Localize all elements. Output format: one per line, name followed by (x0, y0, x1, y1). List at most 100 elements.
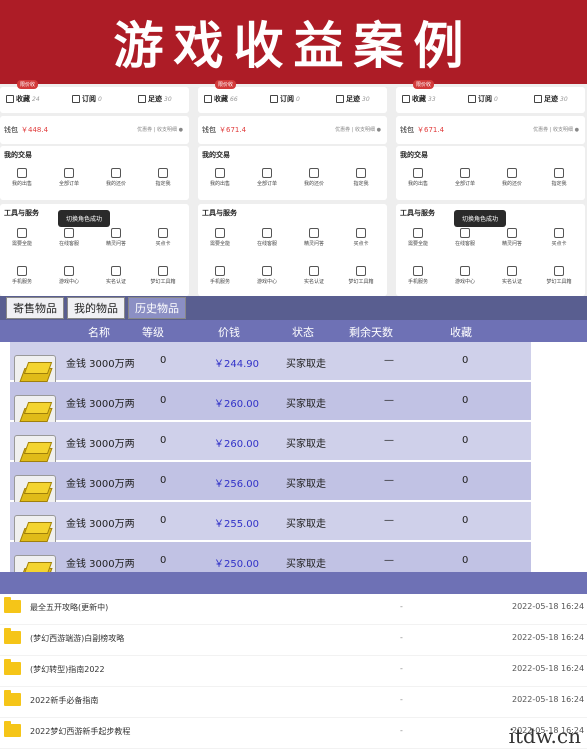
trade-item[interactable]: 我的出售 (200, 168, 240, 187)
wallet-card[interactable]: 钱包 ￥671.4 优惠券 | 收支明细 ● (396, 116, 585, 144)
footprint-icon (534, 95, 542, 103)
fav-icon (204, 95, 212, 103)
file-name: 2022新手必备指南 (30, 696, 99, 705)
trade-item[interactable]: 指定我 (539, 168, 579, 187)
table-row[interactable]: 金钱 3000万两 0 ￥256.00 买家取走 — 0 (10, 462, 531, 509)
file-name: (梦幻转型)指南2022 (30, 665, 105, 674)
file-list: 最全五开攻略(更新中) - 2022-05-18 16:24 (梦幻西游端游)白… (0, 594, 587, 752)
wallet-card[interactable]: 钱包 ￥448.4 优惠券 | 收支明细 ● (0, 116, 189, 144)
tool-item[interactable]: 手机服务 (398, 266, 438, 285)
table-row[interactable]: 金钱 3000万两 0 ￥244.90 买家取走 — 0 (10, 342, 531, 389)
stats-card: 限价收 收藏 33 订阅 0 足迹 30 (396, 80, 585, 113)
tools-card: 工具与服务 需要全能 在线客服 精灵问答 买点卡 手机服务 游戏中心 实名认证 梦幻工具箱 (198, 204, 387, 296)
footprint-icon (336, 95, 344, 103)
trace-stat[interactable]: 足迹 30 (138, 94, 172, 104)
tool-item[interactable]: 买点卡 (143, 228, 183, 247)
tool-item[interactable]: 需要全能 (398, 228, 438, 247)
tool-item[interactable]: 梦幻工具箱 (341, 266, 381, 285)
trade-icon (413, 168, 423, 178)
file-name: 最全五开攻略(更新中) (30, 603, 109, 612)
table-row[interactable]: 金钱 3000万两 0 ￥255.00 买家取走 — 0 (10, 502, 531, 549)
file-size: - (400, 695, 403, 704)
tool-item[interactable]: 精灵问答 (492, 228, 532, 247)
trade-item[interactable]: 指定我 (341, 168, 381, 187)
tool-icon (554, 266, 564, 276)
file-name: (梦幻西游端游)白副榜攻略 (30, 634, 125, 643)
item-price: ￥255.00 (214, 519, 259, 530)
tool-icon (507, 266, 517, 276)
table-row[interactable]: 金钱 3000万两 0 ￥260.00 买家取走 — 0 (10, 382, 531, 429)
trade-item[interactable]: 我的还价 (492, 168, 532, 187)
trade-item[interactable]: 全部订单 (445, 168, 485, 187)
tool-item[interactable]: 梦幻工具箱 (143, 266, 183, 285)
trade-item[interactable]: 我的还价 (96, 168, 136, 187)
tab-consign[interactable]: 寄售物品 (6, 297, 64, 319)
tool-icon (554, 228, 564, 238)
trade-icon (17, 168, 27, 178)
tool-item[interactable]: 买点卡 (539, 228, 579, 247)
item-level: 0 (160, 475, 167, 486)
item-fav: 0 (462, 435, 469, 446)
sub-stat[interactable]: 订阅 0 (72, 94, 102, 104)
tool-item[interactable]: 实名认证 (492, 266, 532, 285)
trade-icon (356, 168, 366, 178)
file-row[interactable]: (梦幻西游端游)白副榜攻略 - 2022-05-18 16:24 (0, 625, 587, 656)
wallet-links[interactable]: 优惠券 | 收支明细 ● (533, 126, 579, 133)
trade-item[interactable]: 我的出售 (398, 168, 438, 187)
tool-item[interactable]: 实名认证 (96, 266, 136, 285)
tool-item[interactable]: 手机服务 (200, 266, 240, 285)
stats-card: 限价收 收藏 24 订阅 0 足迹 30 (0, 80, 189, 113)
toast-message: 切换角色成功 (58, 210, 111, 227)
table-row[interactable]: 金钱 3000万两 0 ￥260.00 买家取走 — 0 (10, 422, 531, 469)
trade-item[interactable]: 我的出售 (2, 168, 42, 187)
tool-item[interactable]: 在线客服 (247, 228, 287, 247)
tab-my-items[interactable]: 我的物品 (67, 297, 125, 319)
sub-stat[interactable]: 订阅 0 (468, 94, 498, 104)
item-fav: 0 (462, 515, 469, 526)
tool-item[interactable]: 游戏中心 (49, 266, 89, 285)
wallet-links[interactable]: 优惠券 | 收支明细 ● (137, 126, 183, 133)
tool-item[interactable]: 买点卡 (341, 228, 381, 247)
trade-item[interactable]: 全部订单 (247, 168, 287, 187)
limit-badge: 限价收 (17, 80, 39, 89)
trade-item[interactable]: 我的还价 (294, 168, 334, 187)
tool-item[interactable]: 精灵问答 (294, 228, 334, 247)
tool-item[interactable]: 精灵问答 (96, 228, 136, 247)
item-days: — (384, 475, 394, 486)
tool-item[interactable]: 梦幻工具箱 (539, 266, 579, 285)
fav-stat[interactable]: 收藏 33 (402, 94, 436, 104)
trade-item[interactable]: 全部订单 (49, 168, 89, 187)
wallet-links[interactable]: 优惠券 | 收支明细 ● (335, 126, 381, 133)
tab-history[interactable]: 历史物品 (128, 297, 186, 319)
fav-stat[interactable]: 收藏 66 (204, 94, 238, 104)
file-row[interactable]: 2022新手必备指南 - 2022-05-18 16:24 (0, 687, 587, 718)
trade-icon (262, 168, 272, 178)
tools-card: 工具与服务 需要全能 在线客服 精灵问答 买点卡 手机服务 游戏中心 实名认证 梦幻工具箱 切换角… (396, 204, 585, 296)
tool-item[interactable]: 在线客服 (49, 228, 89, 247)
file-row[interactable]: 2022梦幻西游新手起步教程 - 2022-05-18 16:24 (0, 718, 587, 749)
item-status: 买家取走 (286, 519, 326, 530)
file-row[interactable]: 最全五开攻略(更新中) - 2022-05-18 16:24 (0, 594, 587, 625)
trace-stat[interactable]: 足迹 30 (336, 94, 370, 104)
tool-item[interactable]: 需要全能 (2, 228, 42, 247)
tool-item[interactable]: 需要全能 (200, 228, 240, 247)
file-date: 2022-05-18 16:24 (512, 664, 585, 673)
trace-stat[interactable]: 足迹 30 (534, 94, 568, 104)
wallet-amount: ￥671.4 (219, 126, 247, 134)
item-days: — (384, 355, 394, 366)
tool-item[interactable]: 游戏中心 (445, 266, 485, 285)
trade-icon (64, 168, 74, 178)
fav-stat[interactable]: 收藏 24 (6, 94, 40, 104)
trade-item[interactable]: 指定我 (143, 168, 183, 187)
tool-item[interactable]: 实名认证 (294, 266, 334, 285)
tool-item[interactable]: 游戏中心 (247, 266, 287, 285)
wallet-card[interactable]: 钱包 ￥671.4 优惠券 | 收支明细 ● (198, 116, 387, 144)
item-fav: 0 (462, 475, 469, 486)
sub-stat[interactable]: 订阅 0 (270, 94, 300, 104)
tool-icon (309, 266, 319, 276)
tool-item[interactable]: 手机服务 (2, 266, 42, 285)
tool-icon (111, 266, 121, 276)
file-row[interactable]: (梦幻转型)指南2022 - 2022-05-18 16:24 (0, 656, 587, 687)
tool-icon (460, 228, 470, 238)
tool-item[interactable]: 在线客服 (445, 228, 485, 247)
